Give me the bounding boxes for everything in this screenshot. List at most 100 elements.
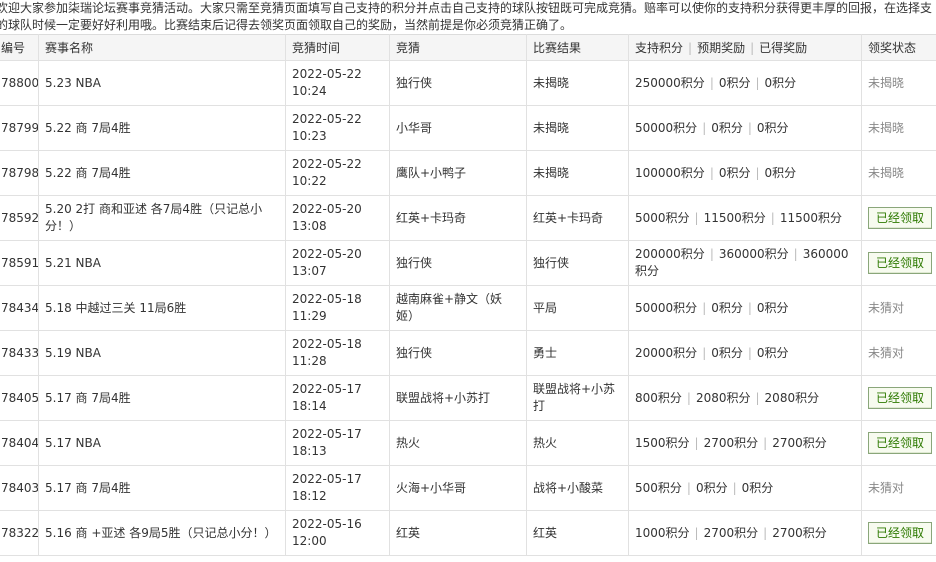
cell-name: 5.17 NBA <box>38 420 286 466</box>
earned-reward: 0积分 <box>741 480 774 495</box>
claimed-button[interactable]: 已经领取 <box>868 252 932 274</box>
cell-date: 2022-05-18 <box>292 337 362 351</box>
support-points: 50000积分 <box>635 120 698 135</box>
cell-status: 未揭晓 <box>861 105 936 151</box>
table-row: 78434 5.18 中越过三关 11局6胜 2022-05-18 11:29 越南麻雀… <box>0 285 936 331</box>
earned-reward: 0积分 <box>756 300 789 315</box>
cell-guess: 独行侠 <box>389 240 527 286</box>
cell-id: 78800 <box>0 60 39 106</box>
table-row: 78798 5.22 商 7局4胜 2022-05-22 10:22 鹰队+小鸭子 未揭晓… <box>0 150 936 196</box>
cell-guess: 独行侠 <box>389 60 527 106</box>
cell-time: 2022-05-20 13:08 <box>285 195 390 241</box>
cell-points: 100000积分 | 0积分 | 0积分 <box>628 150 862 196</box>
header-time: 竞猜时间 <box>285 34 390 61</box>
cell-status: 未猜对 <box>861 285 936 331</box>
cell-points: 50000积分 | 0积分 | 0积分 <box>628 285 862 331</box>
cell-status: 已经领取 <box>861 195 936 241</box>
cell-time: 2022-05-17 18:13 <box>285 420 390 466</box>
expected-reward: 2700积分 <box>703 525 759 540</box>
cell-status: 已经领取 <box>861 240 936 286</box>
table-row: 78322 5.16 商 +亚述 各9局5胜（只记总小分！） 2022-05-16 1… <box>0 510 936 556</box>
cell-id: 78404 <box>0 420 39 466</box>
cell-time: 2022-05-18 11:29 <box>285 285 390 331</box>
claimed-button[interactable]: 已经领取 <box>868 522 932 544</box>
claimed-button[interactable]: 已经领取 <box>868 387 932 409</box>
cell-guess: 越南麻雀+静文（妖姬） <box>389 285 527 331</box>
table-row: 78799 5.22 商 7局4胜 2022-05-22 10:23 小华哥 未揭晓 500… <box>0 105 936 151</box>
earned-reward: 2700积分 <box>772 525 827 540</box>
cell-clock: 11:28 <box>292 354 327 368</box>
cell-date: 2022-05-18 <box>292 292 362 306</box>
header-support: 支持积分 <box>635 41 684 55</box>
cell-id: 78798 <box>0 150 39 196</box>
expected-reward: 0积分 <box>711 345 743 360</box>
cell-id: 78799 <box>0 105 39 151</box>
expected-reward: 2080积分 <box>695 390 751 405</box>
cell-guess: 小华哥 <box>389 105 527 151</box>
cell-name: 5.17 商 7局4胜 <box>38 465 286 511</box>
cell-clock: 13:08 <box>292 219 327 233</box>
cell-result: 平局 <box>526 285 629 331</box>
header-result: 比赛结果 <box>526 34 629 61</box>
table-header-row: 编号 赛事名称 竞猜时间 竞猜 比赛结果 支持积分 | 预期奖励 | 已得奖励 领奖状态 <box>0 34 936 61</box>
cell-result: 红英 <box>526 510 629 556</box>
cell-name: 5.18 中越过三关 11局6胜 <box>38 285 286 331</box>
table-row: 78403 5.17 商 7局4胜 2022-05-17 18:12 火海+小华哥 战将+… <box>0 465 936 511</box>
cell-time: 2022-05-22 10:22 <box>285 150 390 196</box>
claimed-button[interactable]: 已经领取 <box>868 432 932 454</box>
header-earned: 已得奖励 <box>759 41 808 55</box>
cell-points: 200000积分 | 360000积分 | 360000积分 <box>628 240 862 286</box>
cell-status: 未揭晓 <box>861 60 936 106</box>
support-points: 200000积分 <box>635 247 705 261</box>
support-points: 500积分 <box>635 480 682 495</box>
cell-time: 2022-05-22 10:23 <box>285 105 390 151</box>
expected-reward: 0积分 <box>718 75 751 90</box>
cell-time: 2022-05-20 13:07 <box>285 240 390 286</box>
status-text: 未揭晓 <box>868 165 905 180</box>
earned-reward: 2700积分 <box>772 435 827 450</box>
cell-id: 78433 <box>0 330 39 376</box>
earned-reward: 0积分 <box>756 120 789 135</box>
cell-name: 5.20 2打 商和亚述 各7局4胜（只记总小分！） <box>38 195 286 241</box>
header-expected: 预期奖励 <box>697 41 746 55</box>
cell-points: 250000积分 | 0积分 | 0积分 <box>628 60 862 106</box>
cell-points: 1500积分 | 2700积分 | 2700积分 <box>628 420 862 466</box>
cell-status: 已经领取 <box>861 420 936 466</box>
cell-guess: 火海+小华哥 <box>389 465 527 511</box>
cell-status: 未猜对 <box>861 330 936 376</box>
cell-date: 2022-05-17 <box>292 427 362 441</box>
cell-name: 5.23 NBA <box>38 60 286 106</box>
cell-id: 78591 <box>0 240 39 286</box>
cell-time: 2022-05-16 12:00 <box>285 510 390 556</box>
cell-guess: 热火 <box>389 420 527 466</box>
earned-reward: 0积分 <box>756 345 789 360</box>
cell-name: 5.16 商 +亚述 各9局5胜（只记总小分！） <box>38 510 286 556</box>
cell-clock: 10:22 <box>292 174 327 188</box>
cell-result: 战将+小酸菜 <box>526 465 629 511</box>
table-row: 78405 5.17 商 7局4胜 2022-05-17 18:14 联盟战将+小苏打联… <box>0 375 936 421</box>
earned-reward: 0积分 <box>764 75 797 90</box>
cell-result: 独行侠 <box>526 240 629 286</box>
cell-clock: 18:14 <box>292 399 327 413</box>
support-points: 100000积分 <box>635 165 705 180</box>
expected-reward: 360000积分 <box>718 247 789 261</box>
support-points: 800积分 <box>635 390 682 405</box>
cell-result: 未揭晓 <box>526 150 629 196</box>
cell-guess: 红英 <box>389 510 527 556</box>
status-text: 未揭晓 <box>868 120 905 135</box>
cell-status: 已经领取 <box>861 510 936 556</box>
status-text: 未猜对 <box>868 480 905 495</box>
cell-clock: 13:07 <box>292 264 327 278</box>
cell-id: 78434 <box>0 285 39 331</box>
intro-text: 欢迎大家参加柒瑞论坛赛事竞猜活动。大家只需至竞猜页面填写自己支持的积分并点击自己… <box>0 0 936 34</box>
cell-result: 未揭晓 <box>526 105 629 151</box>
support-points: 250000积分 <box>635 75 705 90</box>
claimed-button[interactable]: 已经领取 <box>868 207 932 229</box>
cell-time: 2022-05-22 10:24 <box>285 60 390 106</box>
table-row: 78433 5.19 NBA 2022-05-18 11:28 独行侠 勇士 20000积分… <box>0 330 936 376</box>
cell-points: 800积分 | 2080积分 | 2080积分 <box>628 375 862 421</box>
cell-points: 50000积分 | 0积分 | 0积分 <box>628 105 862 151</box>
cell-status: 未猜对 <box>861 465 936 511</box>
table-body: 78800 5.23 NBA 2022-05-22 10:24 独行侠 未揭晓 250000… <box>0 60 936 556</box>
cell-id: 78405 <box>0 375 39 421</box>
